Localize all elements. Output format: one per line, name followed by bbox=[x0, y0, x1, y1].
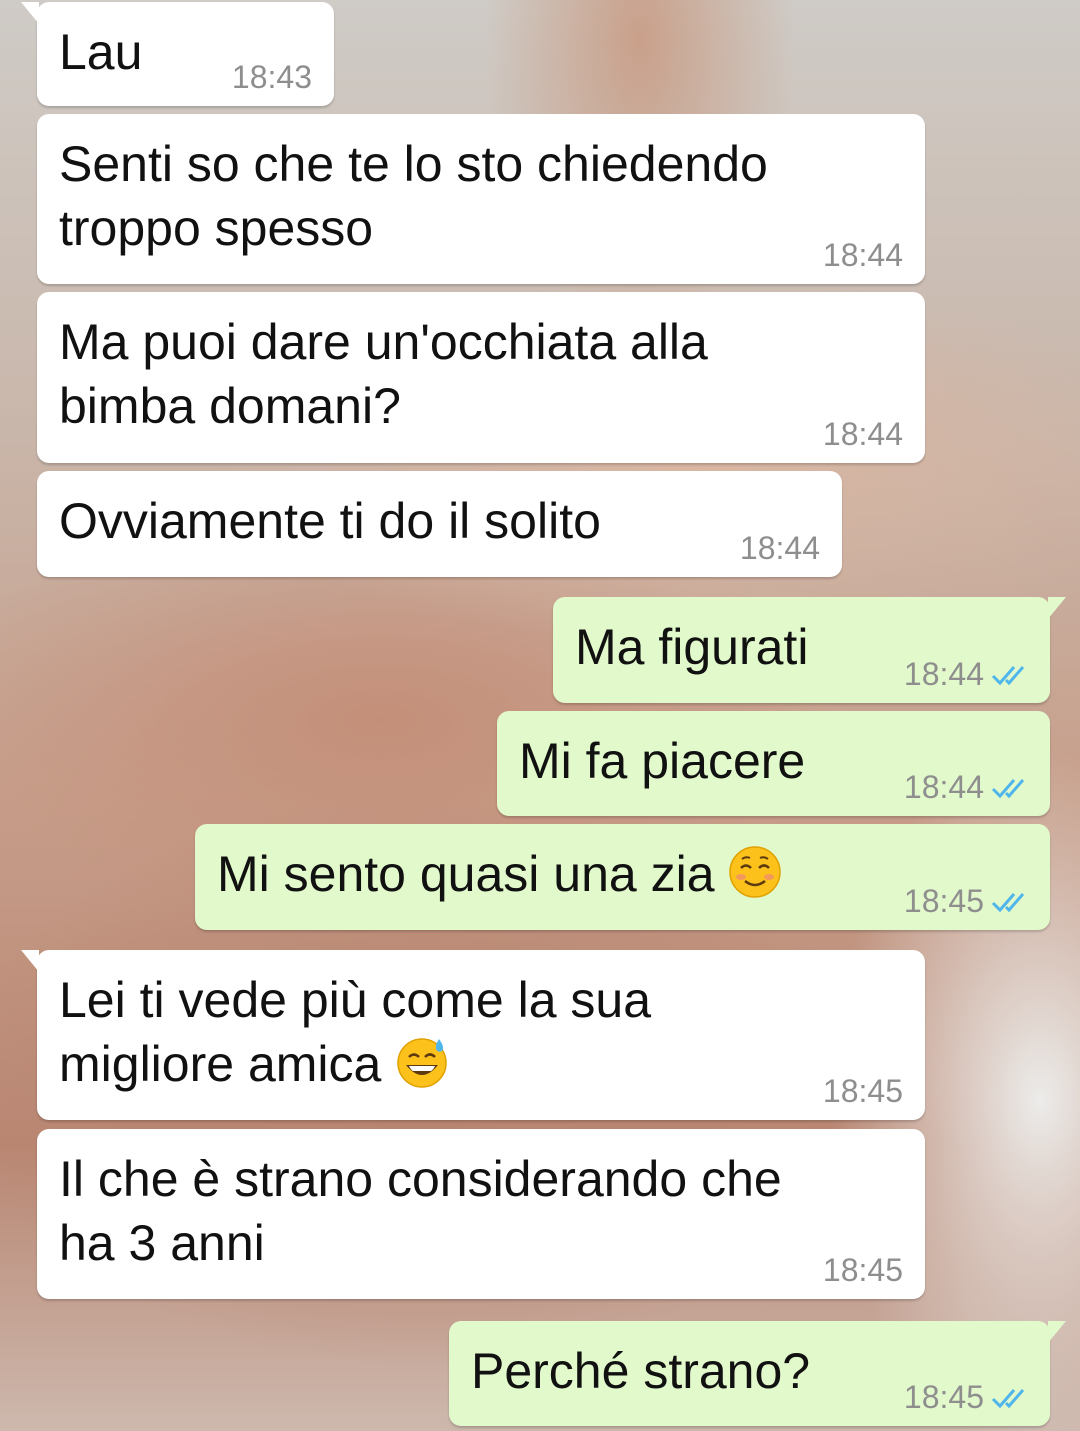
message-timestamp: 18:44 bbox=[739, 530, 820, 566]
message-bubble-outgoing[interactable]: Mi sento quasi una zia 18:45 bbox=[195, 824, 1050, 930]
double-check-icon bbox=[991, 778, 1025, 798]
message-timestamp: 18:45 bbox=[904, 883, 1032, 920]
message-text: Ovviamente ti do il solito bbox=[59, 493, 601, 549]
message-timestamp: 18:45 bbox=[822, 1073, 903, 1109]
message-bubble-outgoing[interactable]: Perché strano? 18:45 bbox=[449, 1321, 1066, 1426]
message-bubble-incoming[interactable]: Lau 18:43 bbox=[21, 2, 334, 106]
message-bubble-outgoing[interactable]: Ma figurati 18:44 bbox=[553, 597, 1066, 703]
double-check-icon bbox=[991, 892, 1025, 912]
message-bubble-incoming[interactable]: Ovviamente ti do il solito 18:44 bbox=[37, 471, 842, 577]
message-bubble-incoming[interactable]: Lei ti vede più come la sua migliore ami… bbox=[21, 950, 925, 1120]
chat-screen: { "messages": [ {"direction": "incoming"… bbox=[0, 0, 1080, 1431]
message-text: Lei ti vede più come la sua migliore ami… bbox=[59, 972, 652, 1092]
double-check-icon bbox=[991, 1388, 1025, 1408]
message-timestamp: 18:44 bbox=[822, 237, 903, 273]
message-timestamp: 18:44 bbox=[822, 416, 903, 452]
smiling-face-icon bbox=[729, 846, 782, 898]
message-text: Il che è strano considerando che ha 3 an… bbox=[59, 1151, 782, 1271]
message-timestamp: 18:43 bbox=[231, 59, 312, 95]
message-bubble-incoming[interactable]: Il che è strano considerando che ha 3 an… bbox=[37, 1129, 925, 1299]
grinning-sweat-icon bbox=[397, 1038, 447, 1088]
message-bubble-incoming[interactable]: Ma puoi dare un'occhiata alla bimba doma… bbox=[37, 292, 925, 463]
message-timestamp: 18:45 bbox=[822, 1252, 903, 1288]
message-timestamp: 18:44 bbox=[904, 769, 1032, 806]
message-bubble-incoming[interactable]: Senti so che te lo sto chiedendo troppo … bbox=[37, 114, 925, 284]
message-bubble-outgoing[interactable]: Mi fa piacere 18:44 bbox=[497, 711, 1050, 816]
message-text: Senti so che te lo sto chiedendo troppo … bbox=[59, 136, 768, 256]
double-check-icon bbox=[991, 665, 1025, 685]
message-timestamp: 18:45 bbox=[904, 1379, 1032, 1416]
message-text: Ma puoi dare un'occhiata alla bimba doma… bbox=[59, 314, 708, 434]
message-timestamp: 18:44 bbox=[904, 656, 1032, 693]
